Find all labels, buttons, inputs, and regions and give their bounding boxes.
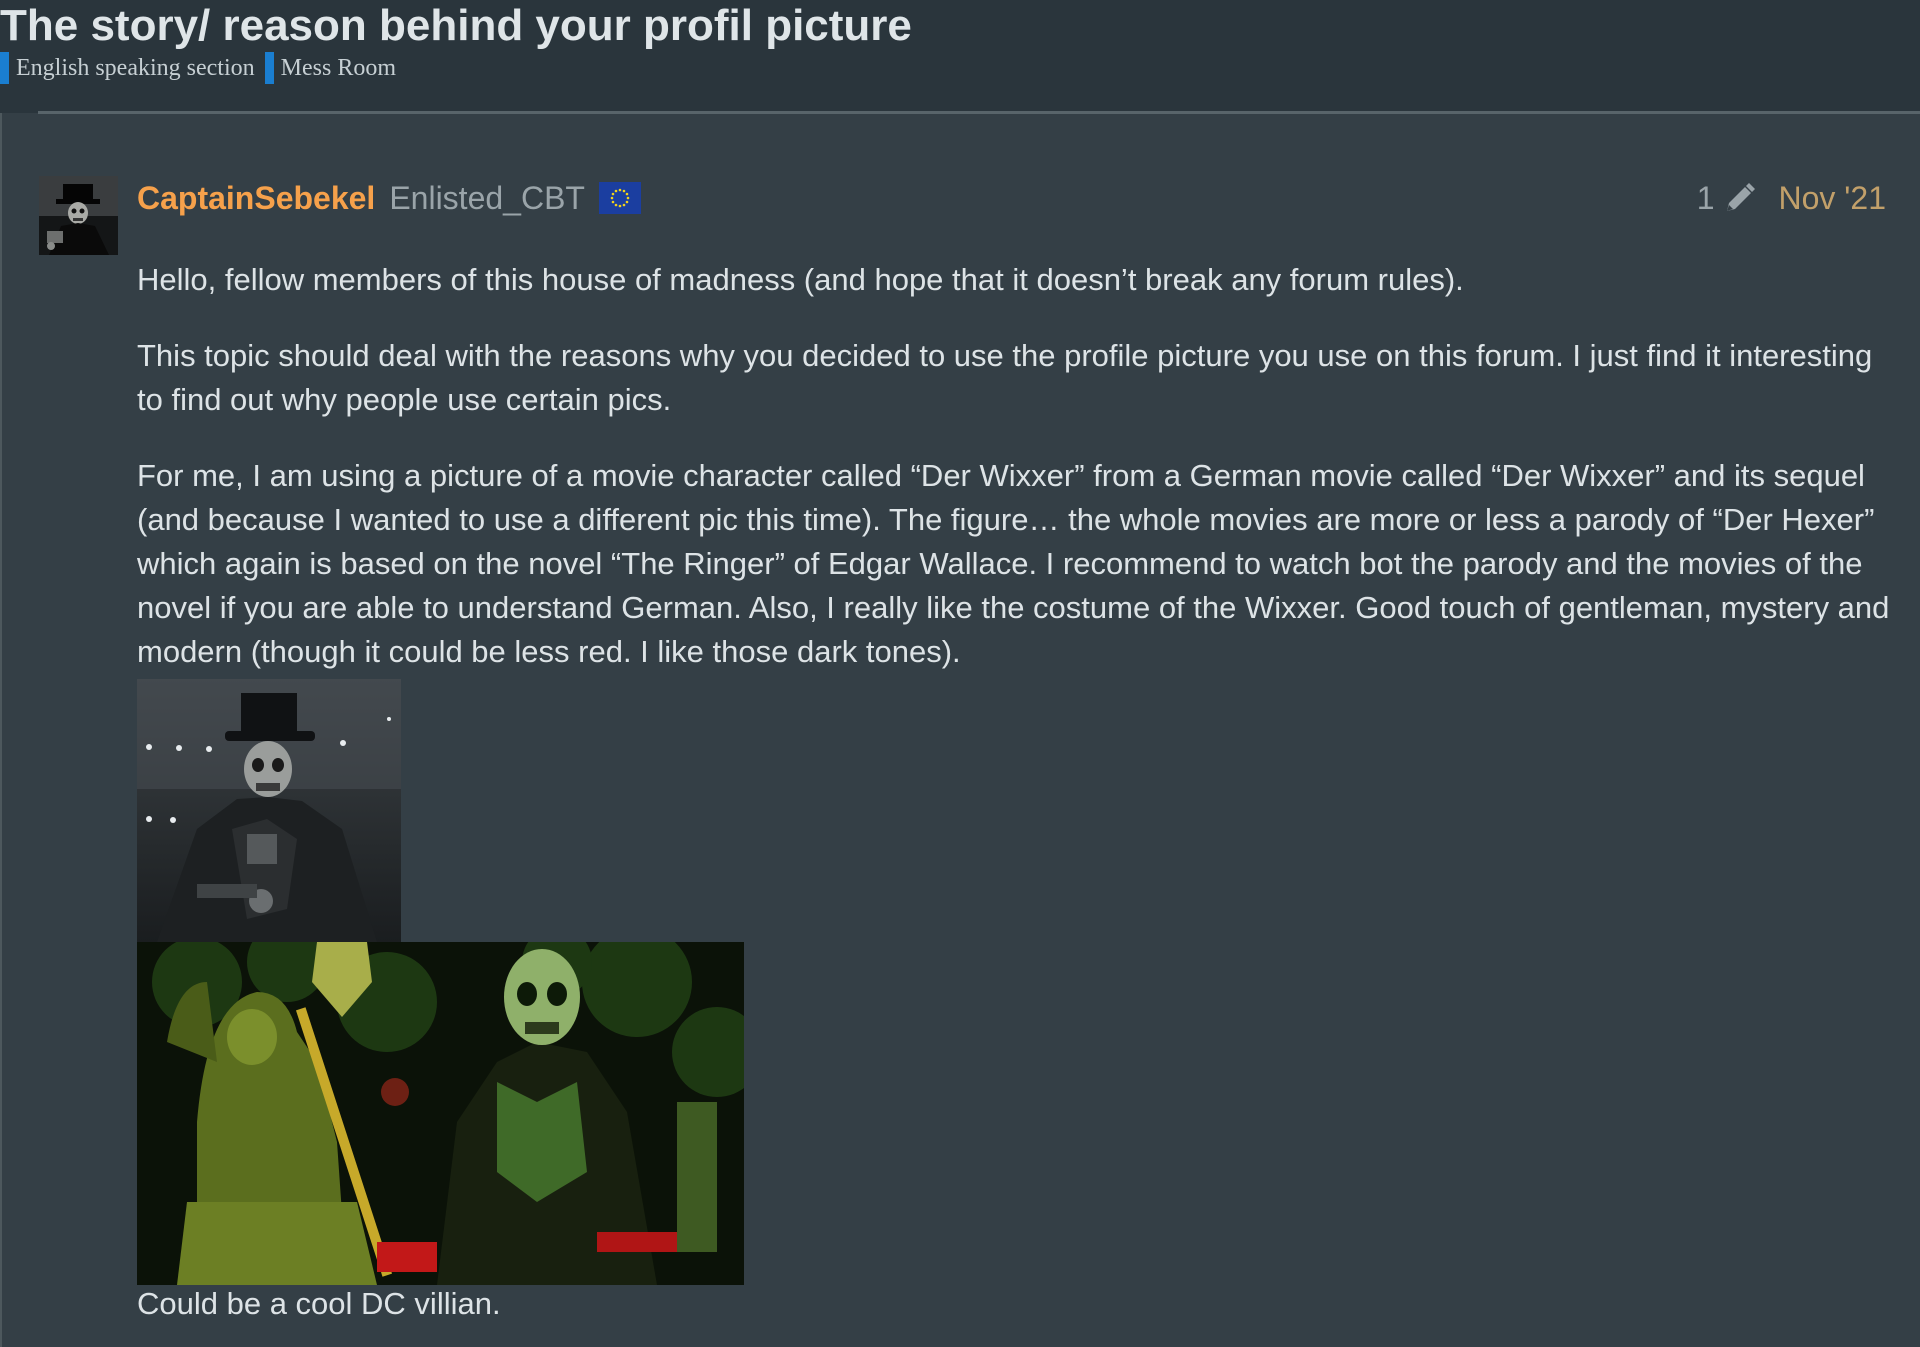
category-color-bar	[264, 52, 274, 84]
post-left-border	[0, 113, 2, 1347]
category-label: Mess Room	[280, 54, 396, 81]
post-author-line: CaptainSebekel Enlisted_CBT	[137, 175, 641, 221]
edit-count[interactable]: 1	[1697, 180, 1715, 217]
avatar[interactable]	[39, 176, 118, 255]
post-image-wixxer-tophat[interactable]	[137, 679, 401, 942]
user-title: Enlisted_CBT	[389, 179, 585, 216]
category-color-bar	[0, 52, 9, 84]
post-paragraph: Hello, fellow members of this house of m…	[137, 262, 1464, 297]
avatar-image	[39, 176, 118, 255]
topic-header: The story/ reason behind your profil pic…	[0, 0, 1920, 113]
post-paragraph: For me, I am using a picture of a movie …	[137, 458, 1890, 669]
category-label: English speaking section	[16, 54, 255, 81]
username[interactable]: CaptainSebekel	[137, 180, 375, 217]
post-image-wixxer-shovel[interactable]	[137, 922, 762, 1285]
post-date[interactable]: Nov '21	[1779, 180, 1887, 217]
breadcrumb: English speaking section Mess Room	[0, 51, 406, 85]
post-caption: Could be a cool DC villian.	[137, 1286, 501, 1321]
post-paragraph: This topic should deal with the reasons …	[137, 338, 1873, 417]
pencil-icon[interactable]	[1723, 181, 1757, 215]
category-link-mess-room[interactable]: Mess Room	[264, 52, 396, 84]
post-meta: 1 Nov '21	[1697, 175, 1886, 221]
eu-flag-icon	[598, 182, 641, 214]
header-divider	[38, 111, 1920, 114]
category-link-english-speaking-section[interactable]: English speaking section	[0, 52, 255, 84]
topic-title[interactable]: The story/ reason behind your profil pic…	[0, 0, 912, 52]
